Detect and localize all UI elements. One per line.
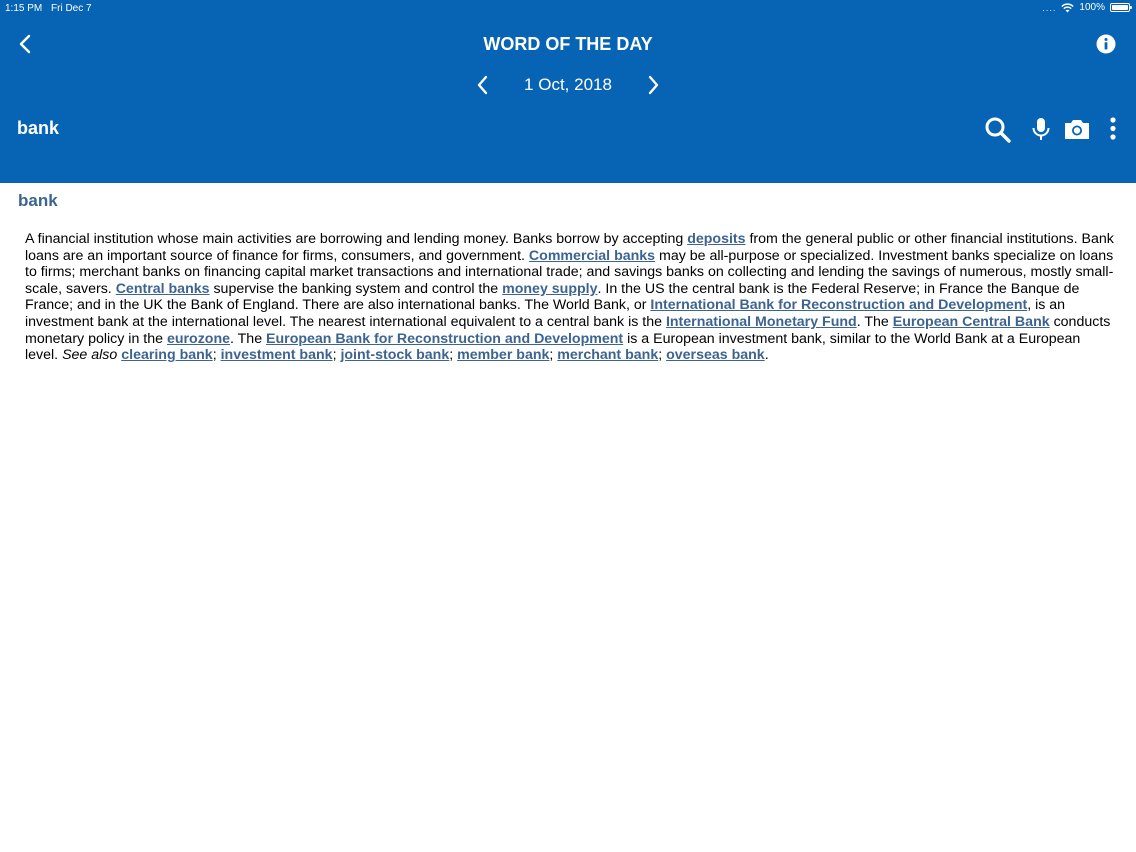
page-title: WORD OF THE DAY xyxy=(483,34,653,54)
entry-definition: A financial institution whose main activ… xyxy=(25,231,1115,364)
definition-text: . The xyxy=(230,330,267,347)
status-bar: 1:15 PM Fri Dec 7 .... 100% xyxy=(0,0,1136,18)
link-eurozone[interactable]: eurozone xyxy=(167,331,230,347)
signal-icon: .... xyxy=(1042,2,1057,13)
see-also-label: See also xyxy=(62,347,118,364)
wifi-icon xyxy=(1061,2,1075,12)
separator: ; xyxy=(658,347,667,364)
link-commercial-banks[interactable]: Commercial banks xyxy=(529,248,655,264)
battery-icon xyxy=(1110,3,1132,12)
more-vertical-icon[interactable] xyxy=(1103,116,1123,142)
date-navigator: 1 Oct, 2018 xyxy=(0,72,1136,98)
app-header: 1:15 PM Fri Dec 7 .... 100% WORD OF THE … xyxy=(0,0,1136,183)
search-icon[interactable] xyxy=(984,116,1012,144)
definition-end: . xyxy=(764,347,769,364)
entry-headword: bank xyxy=(18,191,58,210)
link-overseas-bank[interactable]: overseas bank xyxy=(666,347,765,363)
separator: ; xyxy=(212,347,221,364)
link-money-supply[interactable]: money supply xyxy=(502,281,597,297)
link-ebrd[interactable]: European Bank for Reconstruction and Dev… xyxy=(266,331,623,347)
definition-text: A financial institution whose main activ… xyxy=(25,231,688,247)
link-imf[interactable]: International Monetary Fund xyxy=(666,314,857,330)
link-ibrd[interactable]: International Bank for Reconstruction an… xyxy=(650,297,1027,313)
link-central-banks[interactable]: Central banks xyxy=(116,281,210,297)
separator: ; xyxy=(449,347,458,364)
definition-text: . The xyxy=(856,313,893,330)
info-icon[interactable] xyxy=(1096,34,1116,54)
link-joint-stock-bank[interactable]: joint-stock bank xyxy=(340,347,449,363)
camera-icon[interactable] xyxy=(1063,117,1091,141)
link-merchant-bank[interactable]: merchant bank xyxy=(557,347,658,363)
date-label: 1 Oct, 2018 xyxy=(524,75,612,94)
link-deposits[interactable]: deposits xyxy=(687,231,745,247)
microphone-icon[interactable] xyxy=(1030,116,1052,142)
status-right: .... 100% xyxy=(1042,2,1132,13)
chevron-right-icon[interactable] xyxy=(642,74,664,96)
link-clearing-bank[interactable]: clearing bank xyxy=(121,347,212,363)
link-ecb[interactable]: European Central Bank xyxy=(893,314,1050,330)
status-time: 1:15 PM xyxy=(5,3,43,14)
battery-percent: 100% xyxy=(1079,2,1105,13)
link-member-bank[interactable]: member bank xyxy=(457,347,549,363)
status-date: Fri Dec 7 xyxy=(51,3,92,14)
link-investment-bank[interactable]: investment bank xyxy=(221,347,333,363)
search-field[interactable]: bank xyxy=(17,118,59,139)
definition-text: supervise the banking system and control… xyxy=(209,280,503,297)
